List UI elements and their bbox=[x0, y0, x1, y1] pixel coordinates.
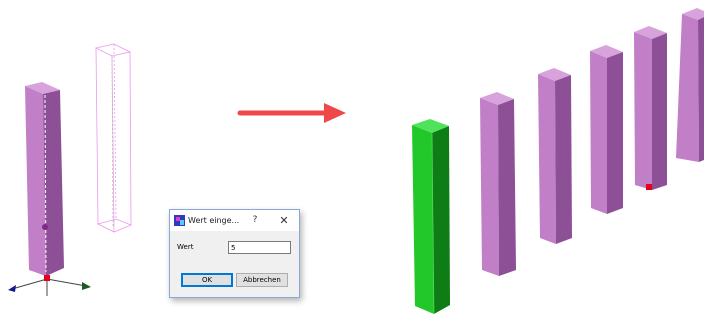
column-copy[interactable] bbox=[676, 8, 704, 162]
cancel-button[interactable]: Abbrechen bbox=[236, 273, 288, 287]
source-column-front bbox=[25, 86, 46, 276]
ok-button[interactable]: OK bbox=[181, 273, 233, 287]
ghost-column-preview bbox=[94, 43, 133, 233]
gizmo-y-arrow[interactable] bbox=[82, 282, 91, 290]
rotation-pivot bbox=[42, 224, 48, 230]
column-copy-selected[interactable] bbox=[412, 119, 450, 315]
right-arrow-icon bbox=[237, 103, 346, 123]
transform-gizmo[interactable] bbox=[8, 275, 91, 296]
value-input-dialog[interactable]: Wert einge... ? ✕ Wert OK Abbrechen bbox=[169, 209, 300, 298]
column-copy[interactable] bbox=[538, 68, 572, 244]
column-copy[interactable] bbox=[480, 92, 516, 276]
copy-side bbox=[432, 126, 450, 314]
gizmo-x-axis bbox=[11, 278, 48, 290]
column-copy[interactable] bbox=[590, 45, 623, 214]
dialog-titlebar[interactable]: Wert einge... ? ✕ bbox=[170, 210, 299, 231]
value-label: Wert bbox=[177, 243, 194, 251]
source-column-side bbox=[43, 90, 64, 276]
column-copy-with-origin[interactable] bbox=[634, 26, 667, 190]
origin-marker[interactable] bbox=[44, 275, 50, 281]
gizmo-x-arrow[interactable] bbox=[8, 285, 16, 292]
gizmo-y-axis bbox=[46, 278, 87, 287]
copy-front bbox=[412, 125, 434, 314]
dialog-title: Wert einge... bbox=[188, 216, 240, 225]
canvas-viewport[interactable] bbox=[0, 0, 704, 316]
dialog-app-icon bbox=[174, 215, 185, 226]
close-icon[interactable]: ✕ bbox=[274, 210, 294, 231]
help-button[interactable]: ? bbox=[248, 210, 262, 231]
value-input[interactable] bbox=[228, 241, 291, 254]
source-column[interactable] bbox=[25, 82, 64, 276]
origin-marker[interactable] bbox=[646, 184, 652, 190]
